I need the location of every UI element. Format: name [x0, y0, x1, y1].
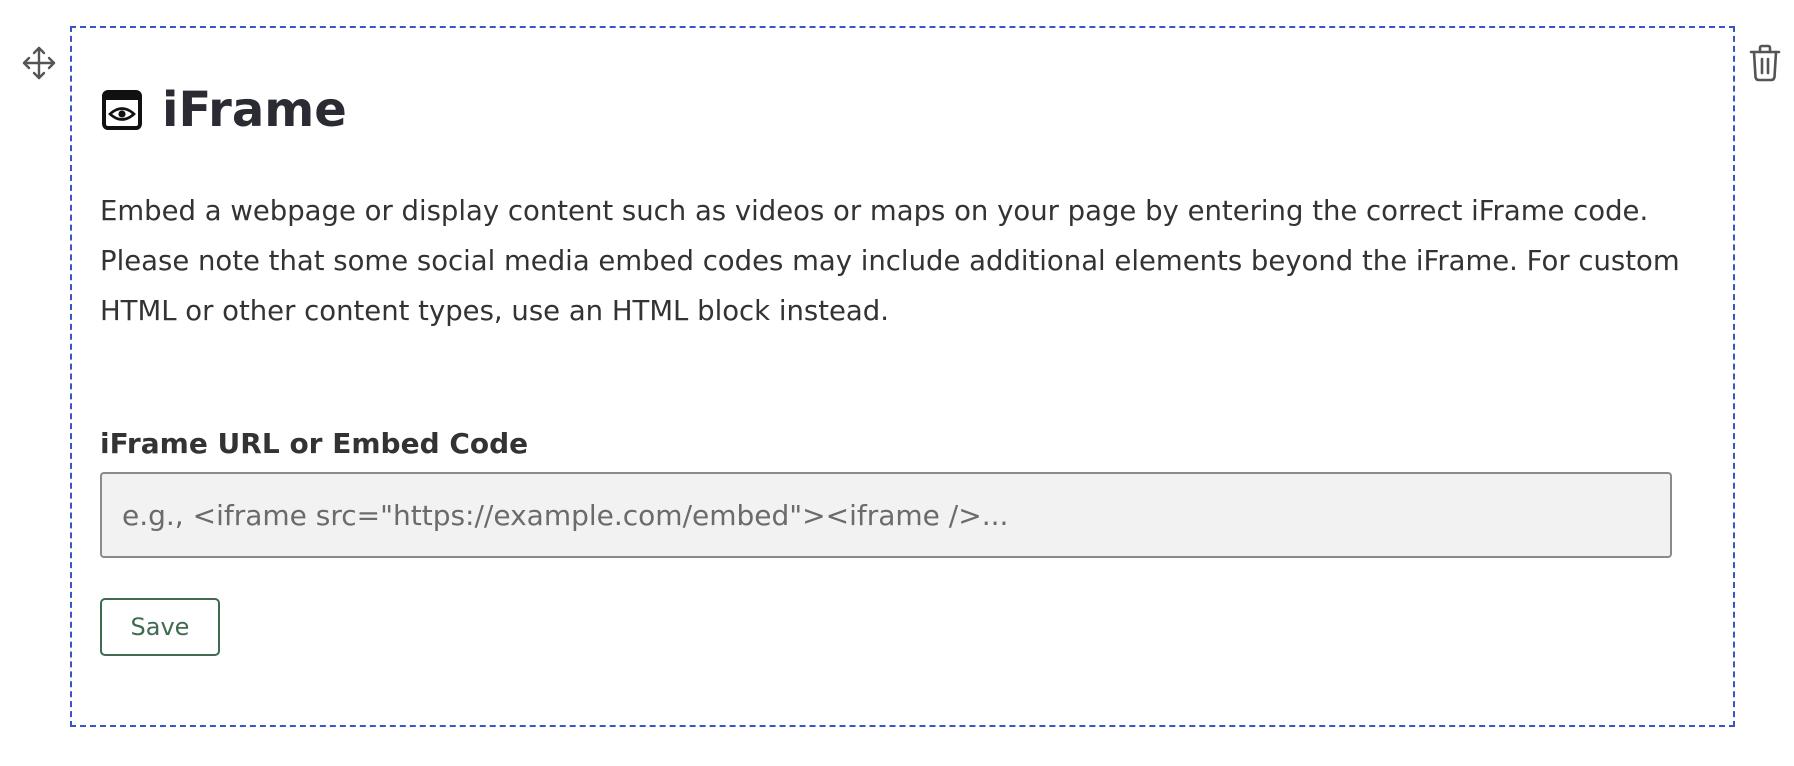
embed-code-label: iFrame URL or Embed Code	[100, 427, 529, 460]
delete-block-button[interactable]	[1744, 44, 1786, 86]
eye-in-window-icon	[102, 90, 142, 130]
iframe-block[interactable]: iFrame Embed a webpage or display conten…	[70, 26, 1735, 727]
trash-icon	[1749, 44, 1781, 86]
drag-handle[interactable]	[18, 44, 60, 86]
block-title: iFrame	[162, 82, 347, 138]
embed-code-input[interactable]	[100, 472, 1672, 558]
move-arrows-icon	[21, 45, 57, 85]
block-description: Embed a webpage or display content such …	[100, 195, 1680, 327]
block-header: iFrame	[102, 86, 347, 134]
save-button[interactable]: Save	[100, 598, 220, 656]
